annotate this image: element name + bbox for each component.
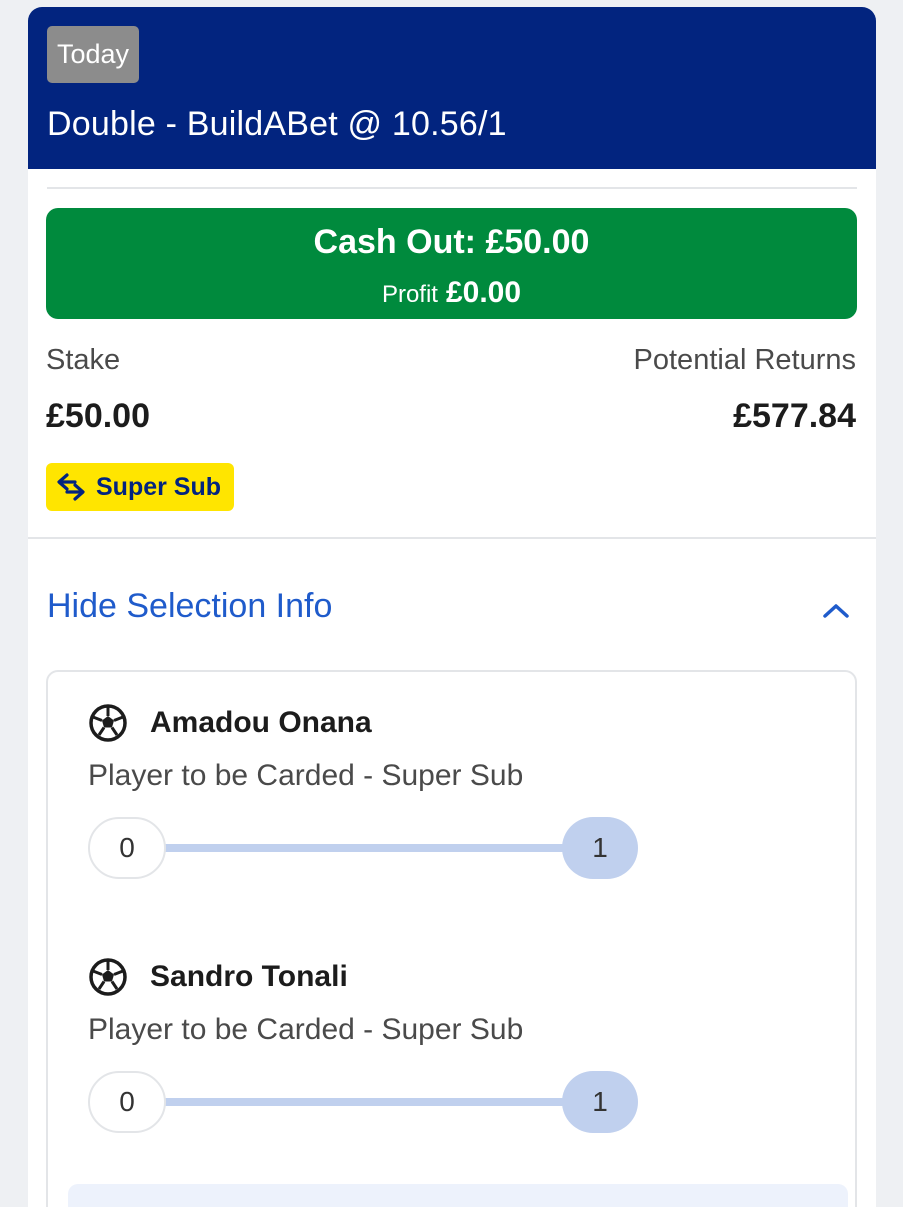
- bet-title: Double - BuildABet @ 10.56/1: [47, 105, 507, 143]
- super-sub-badge: Super Sub: [46, 463, 234, 511]
- selection-leg: Sandro Tonali Player to be Carded - Supe…: [88, 957, 648, 1133]
- profit-line: Profit £0.00: [46, 277, 857, 311]
- stake-value: £50.00: [46, 397, 150, 435]
- profit-label: Profit: [381, 281, 438, 308]
- today-badge: Today: [47, 26, 140, 83]
- potential-returns-label: Potential Returns: [633, 344, 856, 376]
- hide-selection-info-link[interactable]: Hide Selection Info: [47, 587, 332, 626]
- progress-end-node: 1: [562, 817, 638, 879]
- progress-start-node: 0: [88, 817, 166, 879]
- bet-card: Today Double - BuildABet @ 10.56/1 Cash …: [28, 7, 876, 1207]
- stake-label: Stake: [46, 344, 121, 376]
- selections-panel: Amadou Onana Player to be Carded - Super…: [46, 670, 857, 1207]
- super-sub-label: Super Sub: [96, 472, 222, 501]
- market-label: Player to be Carded - Super Sub: [88, 759, 524, 792]
- progress-end-node: 1: [562, 1071, 638, 1133]
- divider: [47, 187, 857, 189]
- progress-line: [148, 1098, 588, 1106]
- info-panel: [68, 1184, 848, 1207]
- progress-line: [148, 844, 588, 852]
- cash-out-label: Cash Out: £50.00: [313, 223, 590, 261]
- selection-leg: Amadou Onana Player to be Carded - Super…: [88, 703, 648, 879]
- market-label: Player to be Carded - Super Sub: [88, 1013, 524, 1046]
- divider: [28, 537, 876, 539]
- potential-returns-value: £577.84: [733, 397, 856, 435]
- progress-tracker: 0 1: [88, 817, 648, 879]
- football-icon: [89, 704, 127, 742]
- progress-start-node: 0: [88, 1071, 166, 1133]
- bet-header: Today Double - BuildABet @ 10.56/1: [28, 7, 876, 169]
- player-name: Amadou Onana: [150, 706, 372, 739]
- cash-out-button[interactable]: Cash Out: £50.00 Profit £0.00: [46, 208, 857, 319]
- football-icon: [89, 958, 127, 996]
- chevron-up-icon[interactable]: [816, 591, 856, 631]
- player-name: Sandro Tonali: [150, 960, 348, 993]
- profit-value: £0.00: [445, 276, 522, 309]
- progress-tracker: 0 1: [88, 1071, 648, 1133]
- swap-arrows-icon: [57, 473, 85, 501]
